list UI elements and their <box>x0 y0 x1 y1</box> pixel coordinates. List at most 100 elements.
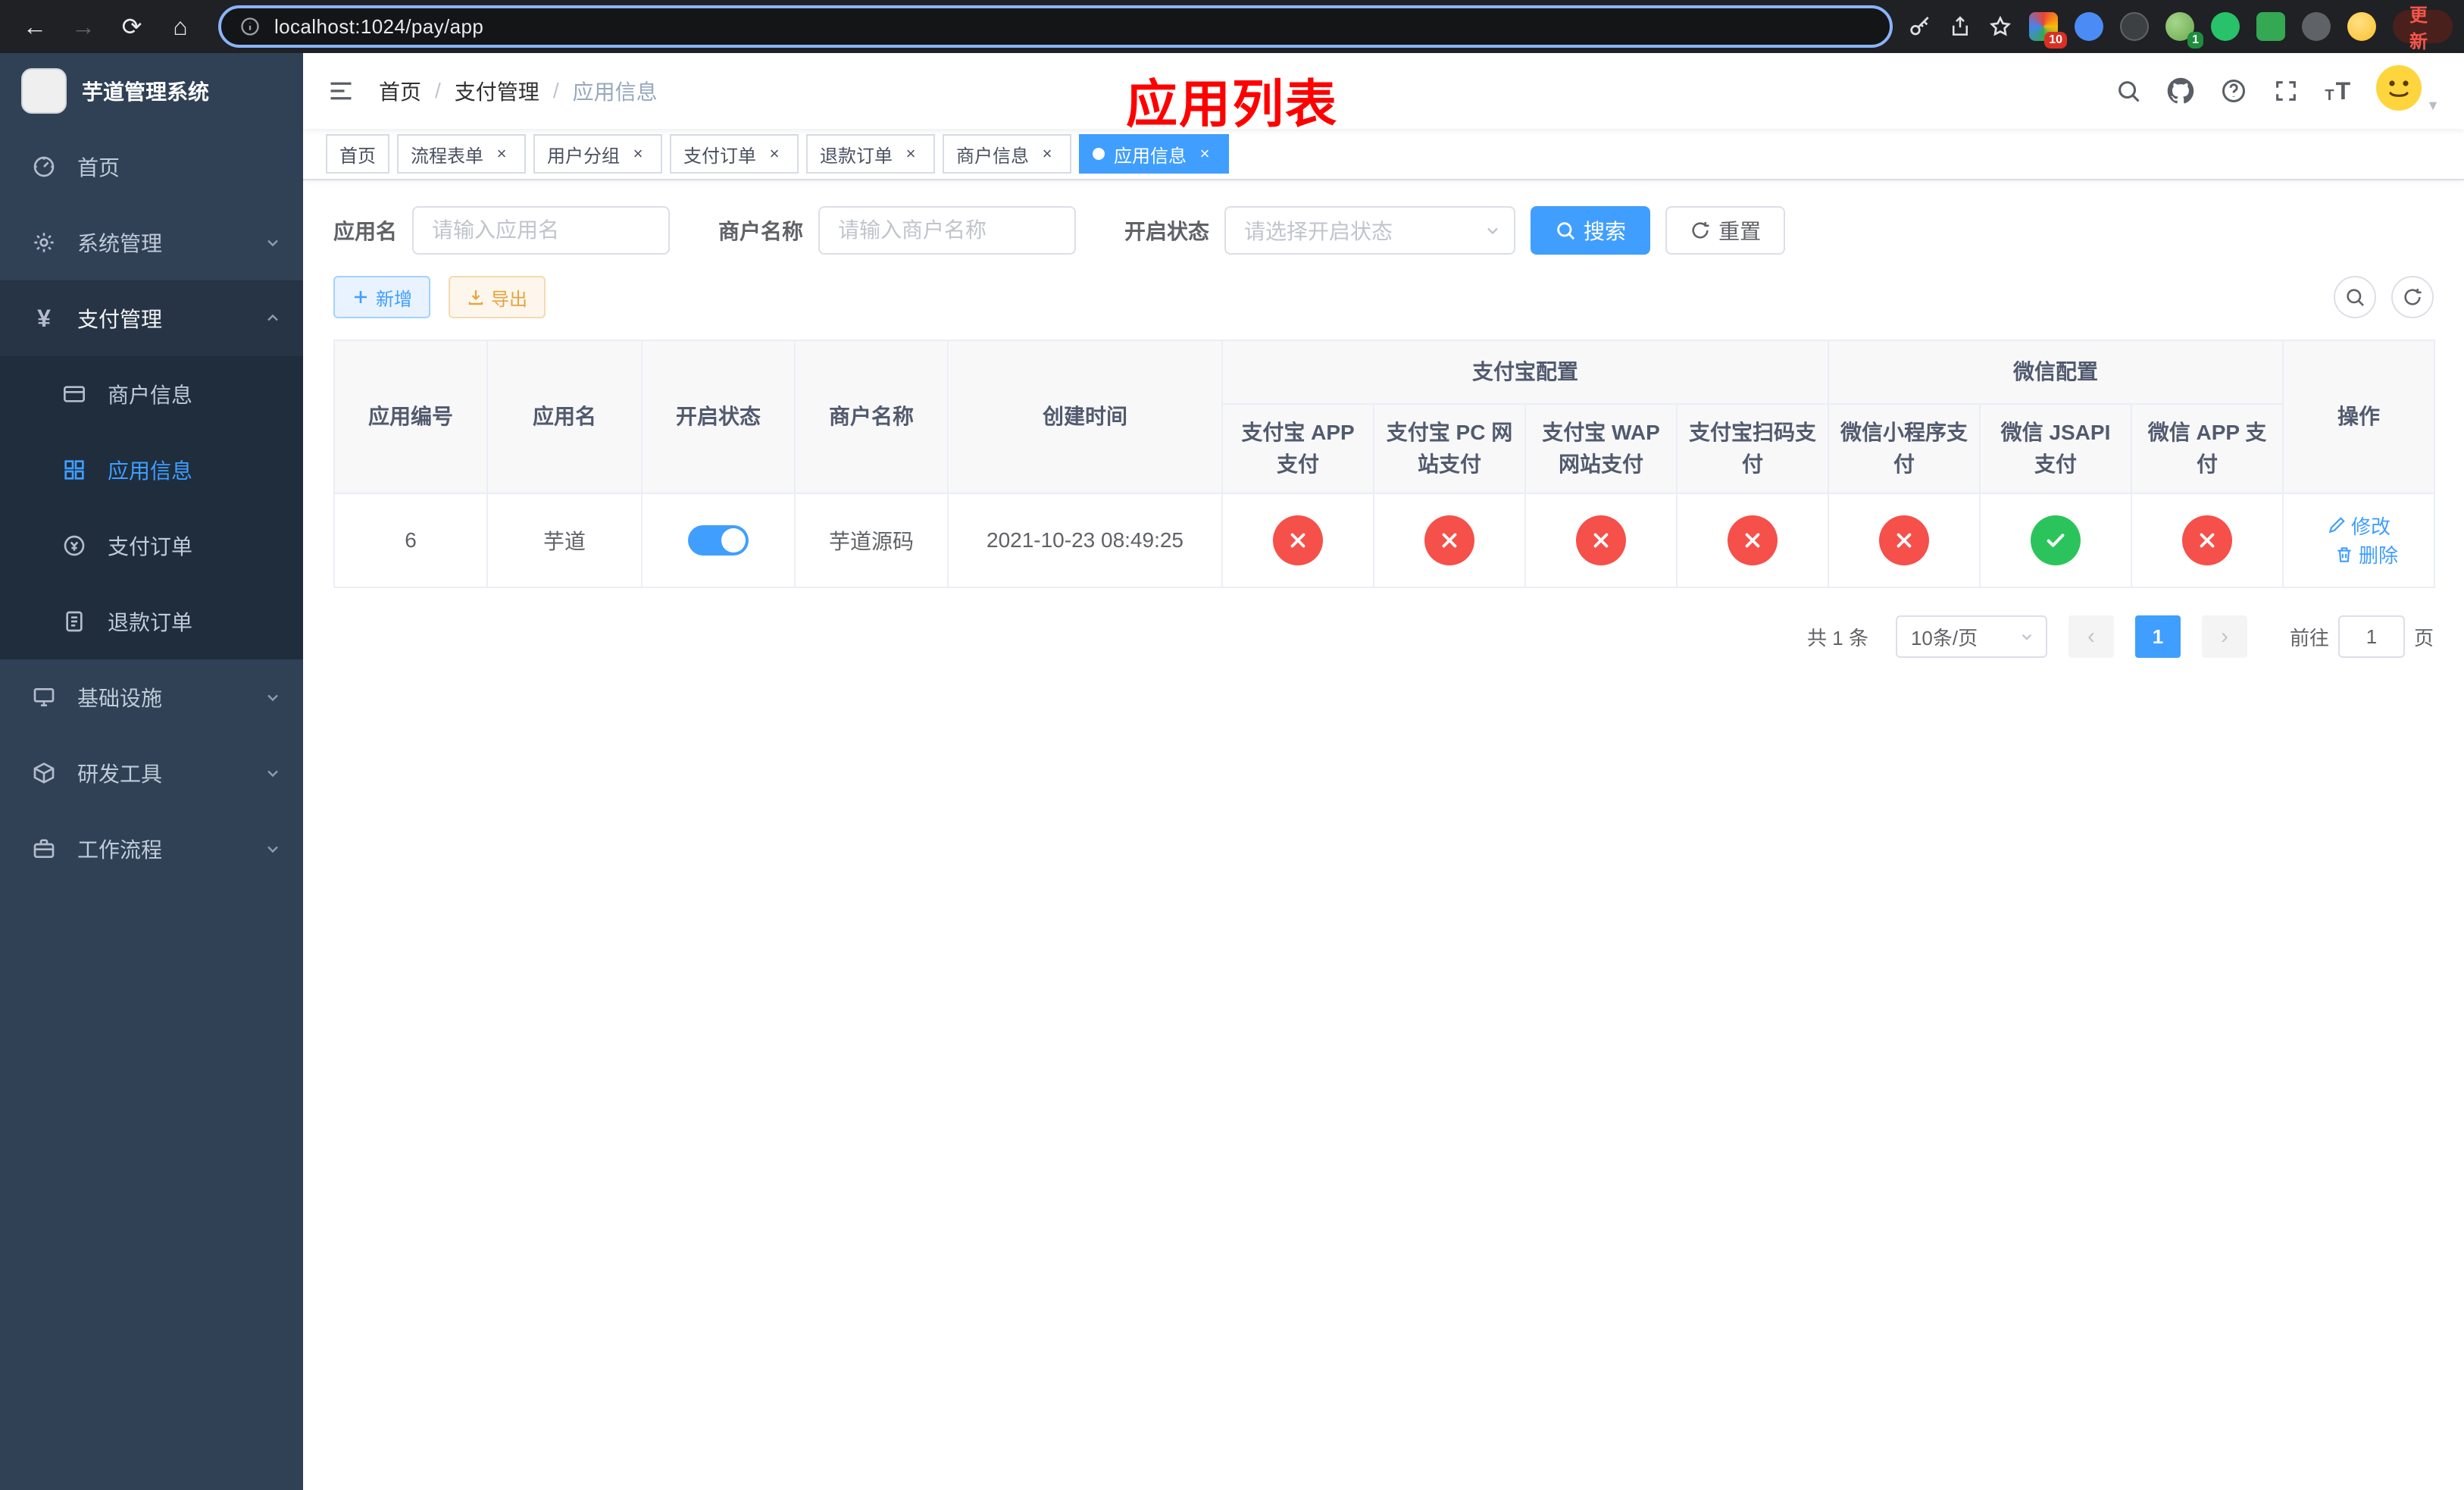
delete-button[interactable]: 删除 <box>2334 540 2398 568</box>
close-icon[interactable]: × <box>1194 143 1215 164</box>
prev-page-button[interactable]: ‹ <box>2068 615 2114 658</box>
app-logo[interactable]: 芋道管理系统 <box>0 53 303 129</box>
goto-label: 前往 <box>2289 626 2329 650</box>
sidebar-item-workflow[interactable]: 工作流程 <box>0 811 303 887</box>
col-header-alipay-qr: 支付宝扫码支付 <box>1675 403 1830 494</box>
help-icon[interactable] <box>2220 77 2247 105</box>
extension-icon[interactable]: 1 <box>2165 12 2203 49</box>
table-tools <box>2334 276 2434 318</box>
reset-button[interactable]: 重置 <box>1665 206 1786 255</box>
extension-icon[interactable] <box>2347 12 2376 41</box>
fullscreen-icon[interactable] <box>2273 78 2299 104</box>
cell-wx-jsapi <box>1979 493 2133 588</box>
forward-button[interactable]: → <box>61 4 106 49</box>
tab-merchant-info[interactable]: 商户信息 × <box>943 134 1071 174</box>
github-icon[interactable] <box>2167 77 2194 105</box>
navbar: 首页 / 支付管理 / 应用信息 T T ▼ <box>303 53 2464 129</box>
col-header-merchant: 商户名称 <box>794 340 949 494</box>
sidebar-item-pay-orders[interactable]: 支付订单 <box>0 508 303 584</box>
breadcrumb-separator: / <box>435 79 441 102</box>
chevron-down-icon <box>264 233 282 252</box>
close-icon[interactable]: × <box>900 143 921 164</box>
sidebar-item-label: 工作流程 <box>77 838 163 862</box>
toggle-search-icon[interactable] <box>2334 276 2376 318</box>
edit-button[interactable]: 修改 <box>2327 512 2391 540</box>
tab-user-group[interactable]: 用户分组 × <box>533 134 662 174</box>
sidebar-item-home[interactable]: 首页 <box>0 129 303 205</box>
extension-icon[interactable] <box>2075 12 2103 41</box>
tab-refund-orders[interactable]: 退款订单 × <box>806 134 935 174</box>
sidebar-item-dev-tools[interactable]: 研发工具 <box>0 735 303 811</box>
tab-app-info[interactable]: 应用信息 × <box>1079 134 1229 174</box>
col-header-status: 开启状态 <box>641 340 796 494</box>
tab-label: 商户信息 <box>956 146 1029 167</box>
extension-icon[interactable] <box>2120 12 2149 41</box>
reload-button[interactable]: ⟳ <box>109 4 155 49</box>
sidebar-item-system[interactable]: 系统管理 <box>0 205 303 280</box>
add-button[interactable]: 新增 <box>333 276 430 318</box>
bookmark-star-icon[interactable] <box>1988 14 2012 39</box>
extension-icon[interactable] <box>2256 12 2285 41</box>
user-menu[interactable]: ▼ <box>2376 65 2440 117</box>
alipay-qr-status-icon <box>1728 515 1778 565</box>
close-icon[interactable]: × <box>627 143 649 164</box>
table-row: 6 芋道 芋道源码 2021-10-23 08:49:25 修改 删除 <box>333 493 2436 588</box>
grid-icon <box>61 456 88 484</box>
sidebar-item-app-info[interactable]: 应用信息 <box>0 432 303 508</box>
close-icon[interactable]: × <box>764 143 785 164</box>
toggle-knob <box>721 528 746 552</box>
tab-pay-orders[interactable]: 支付订单 × <box>670 134 799 174</box>
breadcrumb-home[interactable]: 首页 <box>379 76 421 106</box>
extension-icon[interactable] <box>2211 12 2240 41</box>
chevron-down-icon <box>264 764 282 782</box>
url-bar[interactable]: localhost:1024/pay/app <box>218 5 1893 48</box>
search-icon[interactable] <box>2115 78 2141 104</box>
cell-merchant: 芋道源码 <box>794 493 949 588</box>
update-button[interactable]: 更新 <box>2393 5 2453 52</box>
extension-icon[interactable]: 10 <box>2029 12 2067 49</box>
search-icon <box>1557 222 1575 240</box>
navbar-actions: TT ▼ <box>2115 65 2440 117</box>
tab-home[interactable]: 首页 <box>326 134 389 174</box>
sidebar-item-refund-orders[interactable]: 退款订单 <box>0 584 303 659</box>
plus-icon <box>355 291 367 303</box>
page-1-button[interactable]: 1 <box>2134 615 2181 658</box>
key-icon[interactable] <box>1908 14 1932 39</box>
tab-label: 用户分组 <box>547 146 620 167</box>
back-button[interactable]: ← <box>12 4 58 49</box>
next-page-button[interactable]: › <box>2201 615 2247 658</box>
page-size-select[interactable]: 10条/页 <box>1895 615 2047 658</box>
home-button[interactable]: ⌂ <box>158 4 203 49</box>
status-select[interactable]: 请选择开启状态 <box>1224 206 1516 255</box>
wx-jsapi-status-icon <box>2031 515 2081 565</box>
sidebar-menu: 首页 系统管理 ¥ 支付管理 商户信息 应用信息 支付订单 退款订单 基础设施 … <box>0 129 303 887</box>
breadcrumb-payment[interactable]: 支付管理 <box>455 76 539 106</box>
chevron-down-icon <box>264 688 282 706</box>
sidebar-item-label: 商户信息 <box>108 383 193 407</box>
hamburger-icon[interactable] <box>327 77 355 105</box>
font-size-icon[interactable]: TT <box>2325 79 2350 103</box>
extension-icon[interactable] <box>2302 12 2331 41</box>
table-toolbar: 新增 导出 <box>333 276 2434 318</box>
sidebar-item-infra[interactable]: 基础设施 <box>0 659 303 735</box>
briefcase-icon <box>30 835 58 862</box>
col-header-app-id: 应用编号 <box>333 340 488 494</box>
page-info-icon[interactable] <box>239 16 261 37</box>
sidebar-item-payment[interactable]: ¥ 支付管理 <box>0 280 303 356</box>
search-button[interactable]: 搜索 <box>1531 206 1651 255</box>
tab-process-form[interactable]: 流程表单 × <box>397 134 526 174</box>
goto-page-input[interactable] <box>2337 615 2405 658</box>
refresh-icon[interactable] <box>2391 276 2434 318</box>
app-name-input[interactable] <box>412 206 671 255</box>
close-icon[interactable]: × <box>1037 143 1058 164</box>
sidebar-item-label: 支付管理 <box>77 308 163 331</box>
monitor-icon <box>30 684 58 711</box>
status-label: 开启状态 <box>1124 220 1210 243</box>
close-icon[interactable]: × <box>491 143 512 164</box>
share-icon[interactable] <box>1949 15 1972 38</box>
export-button[interactable]: 导出 <box>449 276 546 318</box>
cell-actions: 修改 删除 <box>2282 493 2436 588</box>
merchant-name-input[interactable] <box>818 206 1077 255</box>
sidebar-item-merchant-info[interactable]: 商户信息 <box>0 356 303 432</box>
status-toggle[interactable] <box>688 525 749 556</box>
